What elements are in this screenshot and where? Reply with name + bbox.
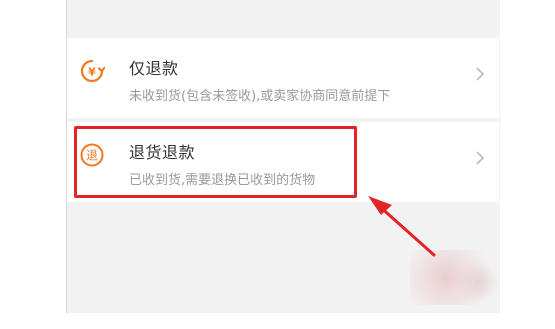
blurred-watermark-2	[455, 262, 500, 302]
svg-text:¥: ¥	[88, 66, 96, 79]
top-spacer	[67, 0, 499, 38]
option-refund-only[interactable]: ¥ 仅退款 未收到货(包含未签收),或卖家协商同意前提下	[67, 38, 499, 118]
refund-yen-icon: ¥	[79, 58, 105, 84]
option-subtitle: 未收到货(包含未签收),或卖家协商同意前提下	[129, 89, 391, 104]
option-title: 仅退款	[129, 59, 179, 78]
highlight-box	[74, 126, 357, 198]
chevron-right-icon	[475, 66, 485, 82]
left-margin	[0, 0, 66, 329]
chevron-right-icon	[475, 150, 485, 166]
bottom-margin	[66, 313, 499, 329]
